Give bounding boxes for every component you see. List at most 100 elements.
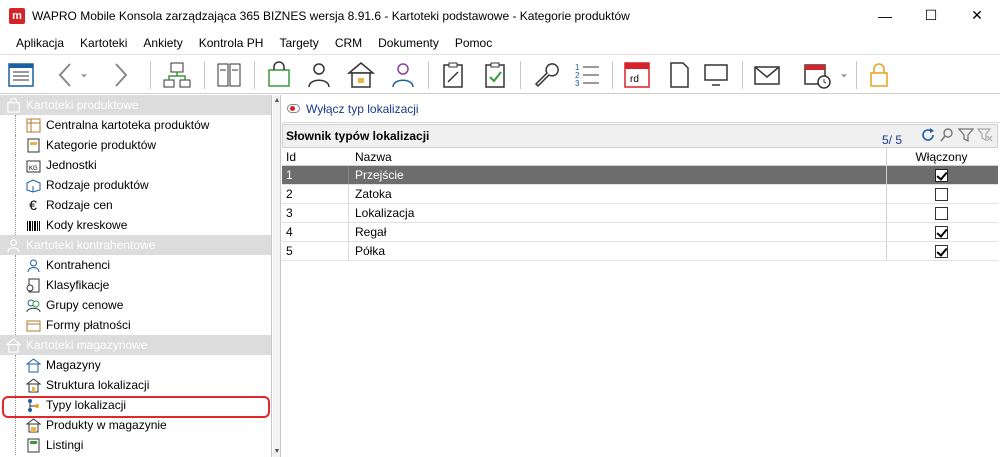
menu-targety[interactable]: Targety	[271, 33, 326, 53]
people-icon	[5, 237, 21, 253]
monitor-icon[interactable]	[700, 58, 734, 92]
toggle-off-icon	[287, 104, 300, 113]
close-button[interactable]: ✕	[954, 0, 1000, 31]
table-row[interactable]: 4 Regał	[282, 223, 998, 242]
cell-name: Regał	[348, 223, 886, 241]
clipboard-check-icon[interactable]	[478, 58, 512, 92]
title-bar: m WAPRO Mobile Konsola zarządzająca 365 …	[0, 0, 1000, 31]
sidebar-scrollbar[interactable]: ▲ ▼	[273, 95, 281, 457]
enabled-checkbox[interactable]	[935, 244, 948, 258]
sidebar: Kartoteki produktowe Centralna kartoteka…	[0, 95, 272, 457]
calendar-clock-icon[interactable]	[800, 58, 834, 92]
lock-icon[interactable]	[862, 58, 896, 92]
warehouse-icon	[5, 337, 21, 353]
sidebar-item-label: Centralna kartoteka produktów	[46, 118, 210, 132]
structure-icon	[25, 377, 41, 393]
sidebar-group-label: Kartoteki magazynowe	[26, 338, 148, 352]
calendar-dropdown-icon[interactable]	[836, 58, 852, 92]
person-icon[interactable]	[302, 58, 336, 92]
sidebar-group-warehouse[interactable]: Kartoteki magazynowe	[0, 335, 271, 355]
scroll-up-icon[interactable]: ▲	[273, 97, 281, 104]
menu-aplikacja[interactable]: Aplikacja	[8, 33, 72, 53]
sidebar-group-label: Kartoteki kontrahentowe	[26, 238, 156, 252]
disable-location-type-button[interactable]: Wyłącz typ lokalizacji	[287, 102, 419, 116]
list-view-icon[interactable]	[4, 58, 38, 92]
table-row[interactable]: 1 Przejście	[282, 166, 998, 185]
enabled-checkbox[interactable]	[935, 187, 948, 201]
disable-location-type-label: Wyłącz typ lokalizacji	[306, 101, 419, 116]
column-header-id[interactable]: Id	[282, 148, 348, 165]
table-row[interactable]: 2 Zatoka	[282, 185, 998, 204]
enabled-checkbox[interactable]	[935, 206, 948, 220]
network-icon[interactable]	[160, 58, 194, 92]
app-icon: m	[9, 7, 25, 24]
clipboard-edit-icon[interactable]	[436, 58, 470, 92]
numbered-list-icon[interactable]: 123	[570, 58, 604, 92]
contact-person-icon[interactable]	[386, 58, 420, 92]
menu-kartoteki[interactable]: Kartoteki	[72, 33, 135, 53]
sidebar-item-rodzaje-produktow[interactable]: Rodzaje produktów	[0, 175, 271, 195]
sidebar-item-kody-kreskowe[interactable]: Kody kreskowe	[0, 215, 271, 235]
scroll-down-icon[interactable]: ▼	[273, 448, 281, 455]
sidebar-item-rodzaje-cen[interactable]: € Rodzaje cen	[0, 195, 271, 215]
enabled-checkbox[interactable]	[935, 225, 948, 239]
document-icon[interactable]	[662, 58, 696, 92]
shopping-bag-icon[interactable]	[262, 58, 296, 92]
column-header-name[interactable]: Nazwa	[348, 148, 886, 165]
sidebar-group-products[interactable]: Kartoteki produktowe	[0, 95, 271, 115]
sidebar-item-klasyfikacje[interactable]: Klasyfikacje	[0, 275, 271, 295]
svg-text:3: 3	[575, 79, 580, 88]
table-row[interactable]: 5 Półka	[282, 242, 998, 261]
sidebar-item-jednostki[interactable]: KG Jednostki	[0, 155, 271, 175]
sidebar-item-label: Listingi	[46, 438, 84, 452]
box-icon	[25, 177, 41, 193]
sidebar-item-label: Grupy cenowe	[46, 298, 124, 312]
cell-id: 4	[286, 225, 293, 239]
sidebar-group-contractors[interactable]: Kartoteki kontrahentowe	[0, 235, 271, 255]
sidebar-item-label: Kategorie produktów	[46, 138, 157, 152]
wrench-icon[interactable]	[528, 58, 562, 92]
rd-icon[interactable]: rd	[620, 58, 654, 92]
sidebar-item-listingi[interactable]: Listingi	[0, 435, 271, 455]
sidebar-item-produkty-w-magazynie[interactable]: Produkty w magazynie	[0, 415, 271, 435]
record-count: 5/ 5	[881, 133, 902, 147]
dictionary-header: Słownik typów lokalizacji 5/ 5	[282, 124, 998, 148]
cell-name: Półka	[348, 242, 886, 260]
sidebar-item-grupy-cenowe[interactable]: Grupy cenowe	[0, 295, 271, 315]
refresh-icon[interactable]	[920, 127, 936, 143]
enabled-checkbox[interactable]	[935, 168, 948, 182]
binders-icon[interactable]	[212, 58, 246, 92]
sidebar-item-label: Kody kreskowe	[46, 218, 128, 232]
sidebar-item-kontrahenci[interactable]: Kontrahenci	[0, 255, 271, 275]
envelope-icon[interactable]	[750, 58, 784, 92]
table-row[interactable]: 3 Lokalizacja	[282, 204, 998, 223]
column-header-enabled[interactable]: Włączony	[886, 148, 996, 165]
sidebar-item-label: Rodzaje produktów	[46, 178, 149, 192]
sidebar-item-kategorie-produktow[interactable]: Kategorie produktów	[0, 135, 271, 155]
sidebar-item-magazyny[interactable]: Magazyny	[0, 355, 271, 375]
cell-id: 2	[286, 187, 293, 201]
menu-pomoc[interactable]: Pomoc	[447, 33, 500, 53]
sidebar-item-struktura-lokalizacji[interactable]: Struktura lokalizacji	[0, 375, 271, 395]
sidebar-item-formy-platnosci[interactable]: Formy płatności	[0, 315, 271, 335]
warehouse-icon[interactable]	[344, 58, 378, 92]
sidebar-item-label: Jednostki	[46, 158, 97, 172]
sidebar-group-label: Kartoteki produktowe	[26, 98, 139, 112]
menu-crm[interactable]: CRM	[327, 33, 370, 53]
barcode-icon	[25, 217, 41, 233]
maximize-button[interactable]: ☐	[908, 0, 954, 31]
filter-icon[interactable]	[958, 127, 974, 143]
search-icon[interactable]	[939, 127, 955, 143]
minimize-button[interactable]: —	[862, 0, 908, 31]
category-tag-icon	[25, 137, 41, 153]
highlight-outline	[2, 396, 270, 418]
grid-icon	[25, 117, 41, 133]
menu-dokumenty[interactable]: Dokumenty	[370, 33, 447, 53]
menu-kontrola-ph[interactable]: Kontrola PH	[191, 33, 272, 53]
menu-ankiety[interactable]: Ankiety	[135, 33, 190, 53]
back-dropdown-icon[interactable]	[76, 58, 92, 92]
forward-arrow-icon[interactable]	[104, 58, 138, 92]
sidebar-item-label: Magazyny	[46, 358, 101, 372]
sidebar-item-centralna-kartoteka[interactable]: Centralna kartoteka produktów	[0, 115, 271, 135]
clear-filter-icon[interactable]	[977, 127, 993, 143]
